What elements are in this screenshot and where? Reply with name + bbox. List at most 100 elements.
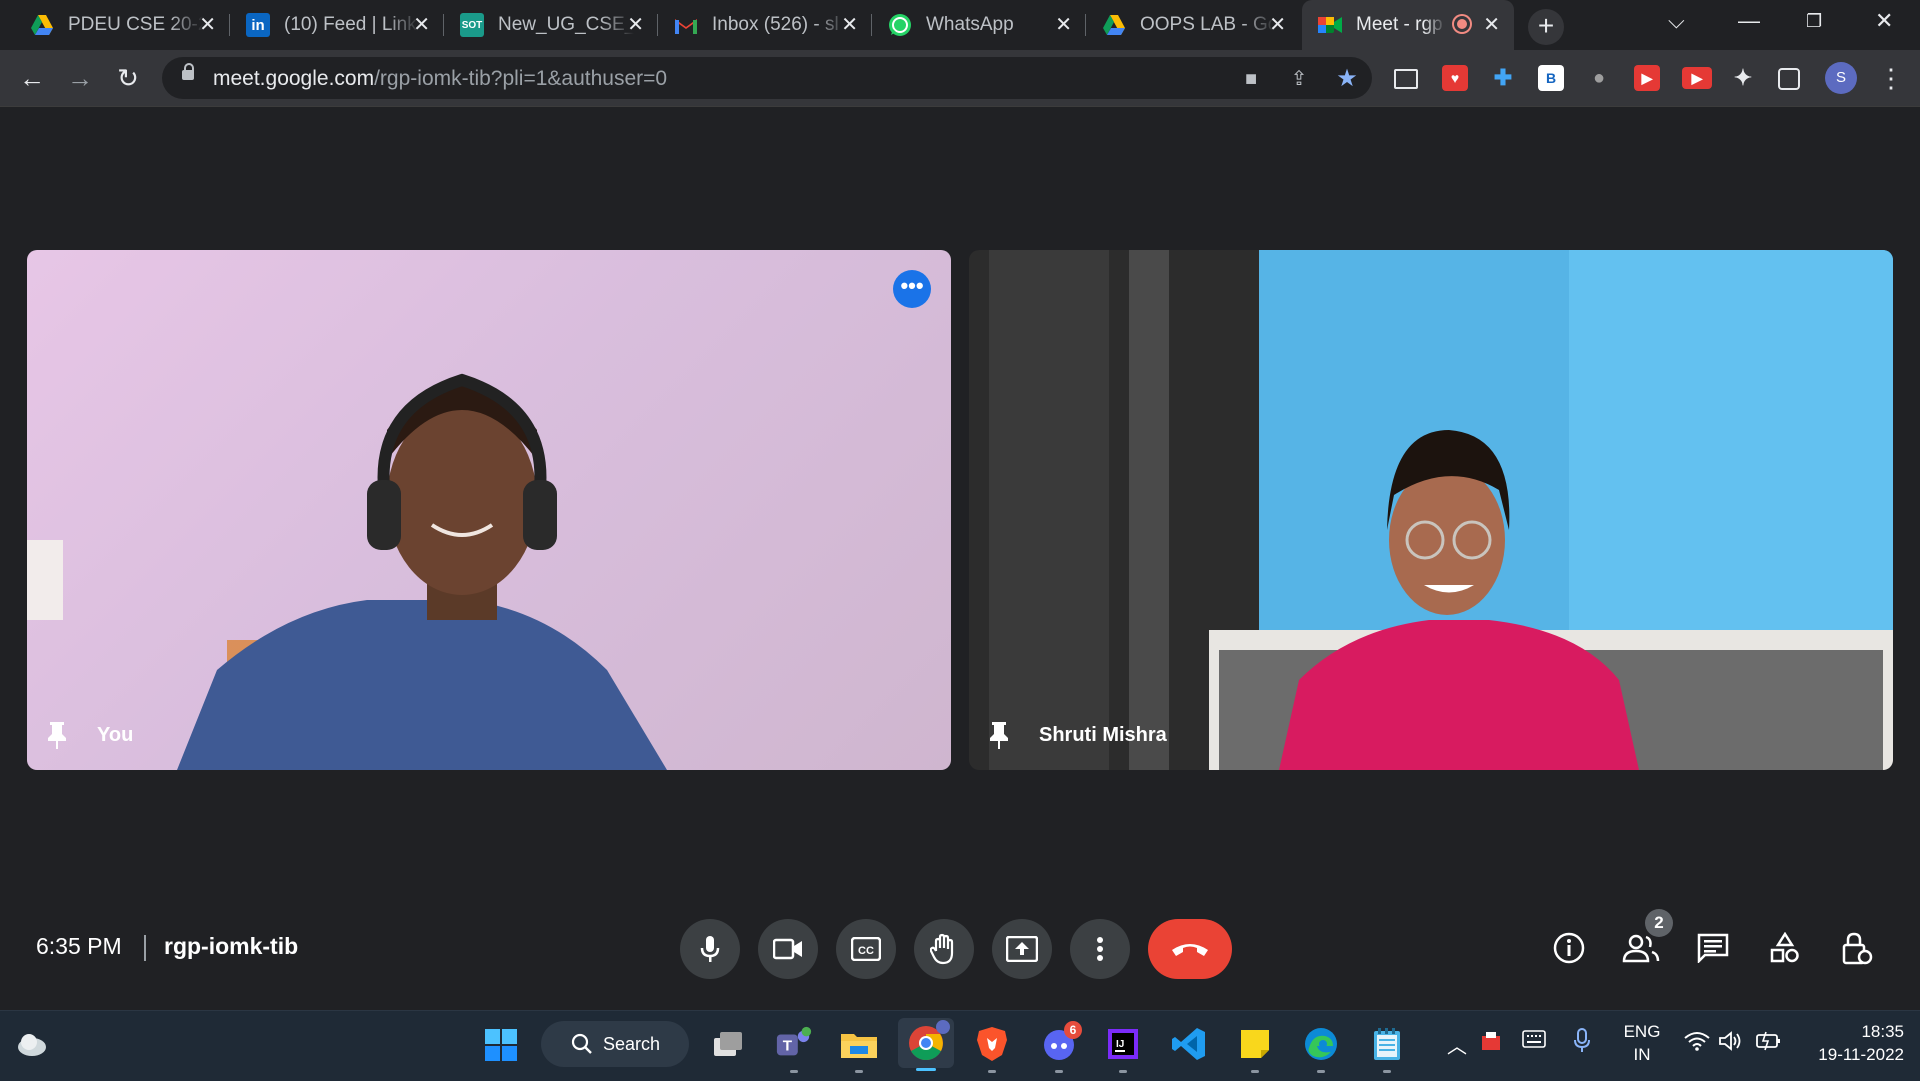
sticky-notes-icon[interactable]	[1236, 1025, 1274, 1073]
reload-icon[interactable]: ↻	[112, 62, 144, 94]
url-text: meet.google.com/rgp-iomk-tib?pli=1&authu…	[213, 67, 667, 91]
address-bar[interactable]: meet.google.com/rgp-iomk-tib?pli=1&authu…	[162, 57, 1372, 99]
picture-in-picture-icon[interactable]	[1394, 69, 1418, 89]
close-tab-icon[interactable]: ✕	[627, 15, 644, 35]
tab-strip: PDEU CSE 20-24 ✕ in (10) Feed | LinkedIn…	[0, 0, 1920, 50]
back-arrow-icon[interactable]: ←	[16, 62, 48, 94]
extensions-puzzle-icon[interactable]: ✦	[1730, 65, 1756, 91]
show-hidden-icons-chevron-icon[interactable]: ︿	[1447, 1030, 1467, 1059]
wifi-icon[interactable]	[1684, 1031, 1710, 1056]
participant-tile-you[interactable]: ••• You	[27, 250, 951, 770]
clock-date: 19-11-2022	[1818, 1045, 1904, 1064]
tab-whatsapp[interactable]: WhatsApp ✕	[872, 4, 1086, 46]
microphone-in-use-icon[interactable]	[1573, 1028, 1591, 1059]
host-controls-button[interactable]	[1837, 928, 1877, 968]
running-indicator	[916, 1068, 936, 1071]
camera-in-use-icon[interactable]: ■	[1238, 66, 1264, 92]
keyboard-icon[interactable]	[1522, 1030, 1546, 1053]
meeting-code: rgp-iomk-tib	[164, 933, 299, 959]
notepad-icon[interactable]	[1368, 1025, 1406, 1073]
task-view-icon[interactable]	[709, 1025, 747, 1063]
close-tab-icon[interactable]: ✕	[1055, 15, 1072, 35]
raise-hand-button[interactable]	[914, 919, 974, 979]
tab-linkedin[interactable]: in (10) Feed | LinkedIn ✕	[230, 4, 444, 46]
tab-oops-lab[interactable]: OOPS LAB - Go ✕	[1086, 4, 1300, 46]
system-clock[interactable]: 18:35 19-11-2022	[1804, 1020, 1904, 1066]
captions-button[interactable]: CC	[836, 919, 896, 979]
edge-icon[interactable]	[1302, 1025, 1340, 1073]
tab-title: WhatsApp	[926, 14, 1014, 35]
more-options-menu-button[interactable]	[1070, 919, 1130, 979]
side-panel-icon[interactable]	[1778, 68, 1800, 90]
region-code: IN	[1633, 1045, 1651, 1064]
teams-icon[interactable]: T	[775, 1025, 813, 1073]
microphone-button[interactable]	[680, 919, 740, 979]
volume-icon[interactable]	[1719, 1031, 1743, 1056]
intellij-icon[interactable]: IJ	[1104, 1025, 1142, 1073]
running-indicator	[1119, 1070, 1127, 1073]
vscode-icon[interactable]	[1170, 1025, 1208, 1063]
camera-button[interactable]	[758, 919, 818, 979]
more-vert-icon	[1097, 937, 1103, 961]
discord-notification-badge: 6	[1064, 1021, 1082, 1039]
browser-toolbar: ← → ↻ meet.google.com/rgp-iomk-tib?pli=1…	[0, 50, 1920, 107]
close-tab-icon[interactable]: ✕	[1483, 15, 1500, 35]
battery-icon[interactable]	[1756, 1031, 1782, 1056]
meeting-details-button[interactable]	[1549, 928, 1589, 968]
leave-call-button[interactable]	[1148, 919, 1232, 979]
language-indicator[interactable]: ENG IN	[1620, 1020, 1664, 1066]
close-tab-icon[interactable]: ✕	[1269, 15, 1286, 35]
close-tab-icon[interactable]: ✕	[413, 15, 430, 35]
new-tab-button[interactable]: +	[1528, 9, 1564, 45]
lock-icon[interactable]	[182, 63, 194, 80]
whatsapp-icon	[888, 13, 912, 37]
chat-button[interactable]	[1693, 928, 1733, 968]
share-icon[interactable]: ⇪	[1286, 66, 1312, 92]
extension-puzzle-blue-icon[interactable]: ✚	[1490, 65, 1516, 91]
url-path: /rgp-iomk-tib?pli=1&authuser=0	[374, 67, 668, 90]
running-indicator	[855, 1070, 863, 1073]
discord-icon[interactable]: 6	[1040, 1021, 1082, 1073]
url-host: meet.google.com	[213, 67, 375, 90]
tab-gmail-inbox[interactable]: Inbox (526) - sl ✕	[658, 4, 872, 46]
mic-extension-icon[interactable]: ●	[1586, 65, 1612, 91]
restore-icon[interactable]: ❐	[1806, 11, 1822, 32]
activities-button[interactable]	[1765, 928, 1805, 968]
youtube-extension-icon[interactable]: ▶	[1682, 67, 1712, 89]
svg-text:T: T	[783, 1038, 793, 1055]
tab-new-ug-cse[interactable]: SOT New_UG_CSE_S ✕	[444, 4, 658, 46]
bookmark-star-icon[interactable]: ★	[1334, 66, 1360, 92]
tab-pdeu-cse[interactable]: PDEU CSE 20-24 ✕	[14, 4, 230, 46]
pocket-extension-icon[interactable]: ♥	[1442, 65, 1468, 91]
chrome-taskbar-icon[interactable]	[898, 1018, 954, 1071]
b-extension-icon[interactable]: B	[1538, 65, 1564, 91]
chrome-menu-icon[interactable]: ⋮	[1878, 62, 1904, 94]
tray-app-icon[interactable]	[1480, 1030, 1502, 1057]
close-window-icon[interactable]: ✕	[1875, 8, 1893, 34]
pin-icon[interactable]	[45, 720, 69, 750]
search-label: Search	[603, 1033, 661, 1054]
participant-name: You	[97, 724, 134, 746]
profile-avatar[interactable]: S	[1825, 62, 1857, 94]
pin-icon[interactable]	[987, 720, 1011, 750]
more-options-button[interactable]: •••	[893, 270, 931, 308]
google-drive-icon	[30, 13, 54, 37]
tab-title: Inbox (526) - sl	[712, 14, 839, 35]
taskbar-search-button[interactable]: Search	[541, 1021, 689, 1067]
present-screen-button[interactable]	[992, 919, 1052, 979]
tab-google-meet[interactable]: Meet - rgp ✕	[1302, 0, 1514, 50]
speed-extension-icon[interactable]: ▶	[1634, 65, 1660, 91]
start-windows-icon[interactable]	[482, 1026, 520, 1064]
participant-name: Shruti Mishra	[1039, 724, 1167, 746]
meeting-time: 6:35 PM	[36, 933, 122, 959]
brave-icon[interactable]	[973, 1025, 1011, 1073]
minimize-icon[interactable]: —	[1738, 8, 1760, 34]
participant-tile-shruti[interactable]: Shruti Mishra	[969, 250, 1893, 770]
tab-title: New_UG_CSE_S	[498, 14, 634, 35]
close-tab-icon[interactable]: ✕	[199, 15, 216, 35]
weather-icon[interactable]	[14, 1025, 52, 1063]
forward-arrow-icon[interactable]: →	[64, 62, 96, 94]
tab-search-chevron-icon[interactable]: ⌵	[1668, 8, 1685, 34]
file-explorer-icon[interactable]	[840, 1025, 878, 1073]
close-tab-icon[interactable]: ✕	[841, 15, 858, 35]
